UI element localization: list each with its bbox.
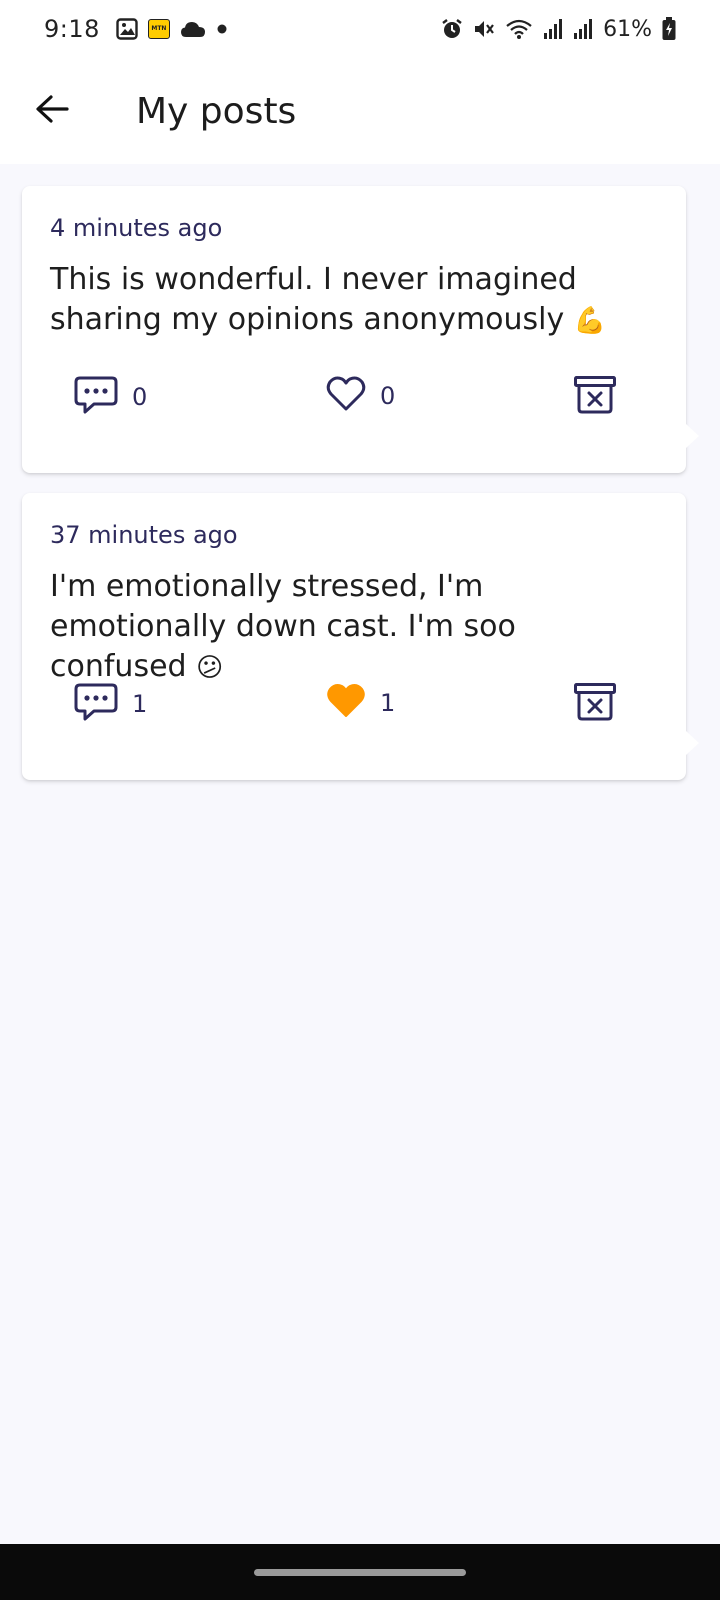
arrow-left-icon: [35, 94, 69, 128]
post-time: 37 minutes ago: [50, 521, 238, 549]
system-nav-bar: [0, 1544, 720, 1600]
like-button[interactable]: 1: [326, 683, 395, 723]
mtn-icon: MTN: [147, 19, 170, 39]
post-text-content: I'm emotionally stressed, I'm emotionall…: [50, 569, 516, 684]
posts-list: 4 minutes ago This is wonderful. I never…: [22, 186, 699, 800]
flexed-biceps-emoji: 💪: [573, 306, 607, 336]
app-bar: My posts: [0, 58, 720, 164]
like-button[interactable]: 0: [326, 376, 395, 416]
heart-outline-icon: [326, 376, 366, 416]
dot-icon: [216, 23, 228, 35]
comment-count: 0: [132, 383, 148, 411]
status-bar: 9:18 MTN 61%: [0, 0, 720, 58]
heart-filled-icon: [326, 683, 366, 723]
gallery-icon: [116, 18, 138, 40]
signal-icon: [573, 18, 593, 40]
wifi-icon: [505, 18, 533, 40]
like-count: 1: [380, 689, 396, 717]
post-card[interactable]: 4 minutes ago This is wonderful. I never…: [22, 186, 699, 473]
like-count: 0: [380, 382, 396, 410]
comment-icon: [74, 683, 118, 725]
post-card[interactable]: 37 minutes ago I'm emotionally stressed,…: [22, 493, 699, 780]
comment-icon: [74, 376, 118, 418]
post-actions: 0 0: [22, 376, 686, 422]
cloud-icon: [180, 20, 206, 38]
post-text: I'm emotionally stressed, I'm emotionall…: [50, 567, 658, 684]
post-text: This is wonderful. I never imagined shar…: [50, 260, 658, 342]
post-actions: 1 1: [22, 683, 686, 729]
battery-icon: [662, 17, 676, 41]
comment-button[interactable]: 1: [74, 683, 147, 725]
card-tail: [686, 731, 699, 755]
status-time: 9:18: [44, 15, 100, 43]
battery-percent: 61%: [603, 16, 652, 42]
delete-box-icon: [574, 683, 616, 725]
confused-face-emoji: 😕: [196, 653, 224, 683]
mute-icon: [473, 18, 495, 40]
delete-box-icon: [574, 376, 616, 418]
card-tail: [686, 424, 699, 448]
delete-button[interactable]: [574, 683, 616, 725]
post-text-content: This is wonderful. I never imagined shar…: [50, 262, 577, 337]
signal-icon: [543, 18, 563, 40]
comment-count: 1: [132, 690, 148, 718]
delete-button[interactable]: [574, 376, 616, 418]
post-time: 4 minutes ago: [50, 214, 223, 242]
back-button[interactable]: [22, 81, 82, 141]
page-title: My posts: [136, 90, 297, 132]
home-gesture-handle[interactable]: [254, 1568, 466, 1576]
comment-button[interactable]: 0: [74, 376, 147, 418]
alarm-icon: [441, 18, 463, 40]
